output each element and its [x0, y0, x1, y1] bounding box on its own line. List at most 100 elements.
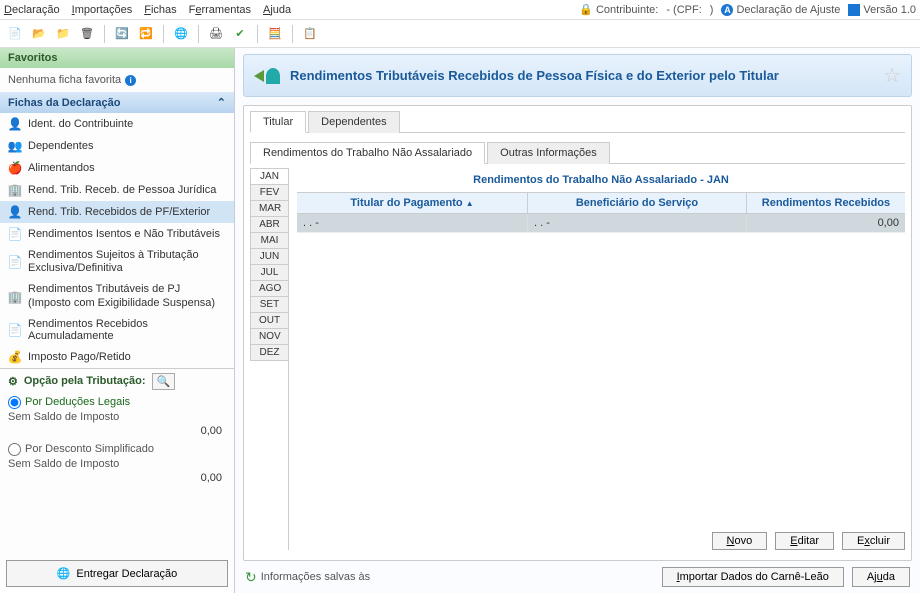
favoritos-empty: Nenhuma ficha favoritai [0, 68, 234, 92]
table-title: Rendimentos do Trabalho Não Assalariado … [297, 168, 905, 193]
simpl-val: 0,00 [8, 472, 226, 484]
month-tabs: JAN FEV MAR ABR MAI JUN JUL AGO SET OUT … [250, 168, 289, 550]
crud-buttons: Novo Editar Excluir [297, 524, 905, 550]
ficha-ident[interactable]: 👤Ident. do Contribuinte [0, 113, 234, 135]
gear-icon: ⚙ [8, 375, 18, 388]
new-icon[interactable]: 📄 [6, 25, 24, 43]
refresh-icon[interactable]: 🔄 [113, 25, 131, 43]
refresh-icon: ↻ [245, 569, 257, 586]
entregar-button[interactable]: 🌐 Entregar Declaração [6, 560, 228, 587]
money-icon: 💰 [8, 350, 22, 364]
sort-asc-icon: ▲ [466, 199, 474, 208]
globe-icon[interactable]: 🌐 [172, 25, 190, 43]
radio-simplificado[interactable]: Por Desconto Simplificado [8, 443, 226, 456]
search-button[interactable]: 🔍 [152, 373, 176, 390]
menu-ajuda[interactable]: Ajuda [263, 4, 291, 16]
ficha-exclusiva[interactable]: 📄Rendimentos Sujeitos à Tributação Exclu… [0, 245, 234, 279]
tabs-level1: Titular Dependentes [250, 110, 905, 133]
col-titular[interactable]: Titular do Pagamento ▲ [297, 193, 528, 213]
building-icon: 🏢 [8, 290, 22, 304]
ficha-alimentandos[interactable]: 🍎Alimentandos [0, 157, 234, 179]
doc-icon: 📄 [8, 227, 22, 241]
page-title: Rendimentos Tributáveis Recebidos de Pes… [290, 68, 779, 83]
sync-icon[interactable]: 🔁 [137, 25, 155, 43]
ajuda-button[interactable]: Ajuda [852, 567, 910, 587]
favorite-star-icon[interactable]: ☆ [883, 63, 901, 88]
cell-beneficiario: . . - [528, 214, 747, 232]
doc-icon: 📄 [8, 255, 22, 269]
check-icon[interactable]: ✔ [231, 25, 249, 43]
ficha-imposto[interactable]: 💰Imposto Pago/Retido [0, 346, 234, 368]
menu-fichas[interactable]: Fichas [144, 4, 176, 16]
clipboard-icon[interactable]: 📋 [301, 25, 319, 43]
content: Rendimentos Tributáveis Recebidos de Pes… [235, 48, 920, 593]
table-row[interactable]: . . - . . - 0,00 [297, 214, 905, 233]
lock-icon: 🔒 [579, 3, 593, 16]
simpl-sub: Sem Saldo de Imposto [8, 458, 226, 470]
cell-rendimentos: 0,00 [747, 214, 905, 232]
novo-button[interactable]: Novo [712, 532, 768, 550]
info-cpf-close: ) [710, 4, 714, 16]
ficha-isentos[interactable]: 📄Rendimentos Isentos e Não Tributáveis [0, 223, 234, 245]
table-header: Titular do Pagamento ▲ Beneficiário do S… [297, 193, 905, 214]
tab-outras-info[interactable]: Outras Informações [487, 142, 610, 164]
tab-nao-assalariado[interactable]: Rendimentos do Trabalho Não Assalariado [250, 142, 485, 164]
info-contribuinte: 🔒Contribuinte: [579, 3, 658, 16]
tab-dependentes[interactable]: Dependentes [308, 111, 399, 133]
menu-declaracao[interactable]: Declaração [4, 4, 60, 16]
version-icon [848, 4, 860, 16]
menu-ferramentas[interactable]: Ferramentas [189, 4, 251, 16]
sidebar: Favoritos Nenhuma ficha favoritai Fichas… [0, 48, 235, 593]
month-jun[interactable]: JUN [250, 248, 288, 265]
ficha-rend-pj[interactable]: 🏢Rend. Trib. Receb. de Pessoa Jurídica [0, 179, 234, 201]
ficha-rend-pf[interactable]: 👤Rend. Trib. Recebidos de PF/Exterior [0, 201, 234, 223]
favoritos-header[interactable]: Favoritos [0, 48, 234, 68]
open2-icon[interactable]: 📁 [54, 25, 72, 43]
month-dez[interactable]: DEZ [250, 344, 288, 361]
collapse-icon[interactable]: ⌃ [217, 96, 226, 109]
building-icon: 🏢 [8, 183, 22, 197]
cell-titular: . . - [297, 214, 528, 232]
radio-deducoes[interactable]: Por Deduções Legais [8, 396, 226, 409]
tabs-level2: Rendimentos do Trabalho Não Assalariado … [250, 141, 905, 164]
month-jan[interactable]: JAN [250, 168, 288, 185]
menu-importacoes[interactable]: Importações [72, 4, 133, 16]
month-jul[interactable]: JUL [250, 264, 288, 281]
print-icon[interactable]: 🖨 [207, 25, 225, 43]
month-mar[interactable]: MAR [250, 200, 288, 217]
back-icon[interactable] [254, 68, 280, 84]
page-title-bar: Rendimentos Tributáveis Recebidos de Pes… [243, 54, 912, 97]
editar-button[interactable]: Editar [775, 532, 834, 550]
month-ago[interactable]: AGO [250, 280, 288, 297]
month-nov[interactable]: NOV [250, 328, 288, 345]
excluir-button[interactable]: Excluir [842, 532, 905, 550]
info-icon[interactable]: i [125, 75, 136, 86]
month-mai[interactable]: MAI [250, 232, 288, 249]
fichas-header[interactable]: Fichas da Declaração ⌃ [0, 92, 234, 113]
info-decl-tipo: ADeclaração de Ajuste [721, 4, 840, 16]
open-icon[interactable]: 📂 [30, 25, 48, 43]
ficha-pj-suspensa[interactable]: 🏢Rendimentos Tributáveis de PJ (Imposto … [0, 279, 234, 313]
globe-icon: 🌐 [57, 567, 71, 580]
col-rendimentos[interactable]: Rendimentos Recebidos [747, 193, 905, 213]
info-icon: A [721, 4, 733, 16]
month-fev[interactable]: FEV [250, 184, 288, 201]
ficha-acumulada[interactable]: 📄Rendimentos Recebidos Acumuladamente [0, 314, 234, 346]
people-icon: 👥 [8, 139, 22, 153]
tributacao-header: Opção pela Tributação: [24, 375, 146, 387]
ficha-dependentes[interactable]: 👥Dependentes [0, 135, 234, 157]
month-out[interactable]: OUT [250, 312, 288, 329]
doc-icon: 📄 [8, 323, 22, 337]
month-abr[interactable]: ABR [250, 216, 288, 233]
delete-icon[interactable]: 🗑 [78, 25, 96, 43]
month-set[interactable]: SET [250, 296, 288, 313]
food-icon: 🍎 [8, 161, 22, 175]
menubar: Declaração Importações Fichas Ferramenta… [0, 0, 920, 20]
col-beneficiario[interactable]: Beneficiário do Serviço [528, 193, 747, 213]
ficha-list: 👤Ident. do Contribuinte 👥Dependentes 🍎Al… [0, 113, 234, 368]
info-cpf: - (CPF: [666, 4, 701, 16]
importar-button[interactable]: Importar Dados do Carnê-Leão [662, 567, 844, 587]
toolbar: 📄 📂 📁 🗑 🔄 🔁 🌐 🖨 ✔ 🧮 📋 [0, 20, 920, 48]
tab-titular[interactable]: Titular [250, 111, 306, 133]
calc-icon[interactable]: 🧮 [266, 25, 284, 43]
